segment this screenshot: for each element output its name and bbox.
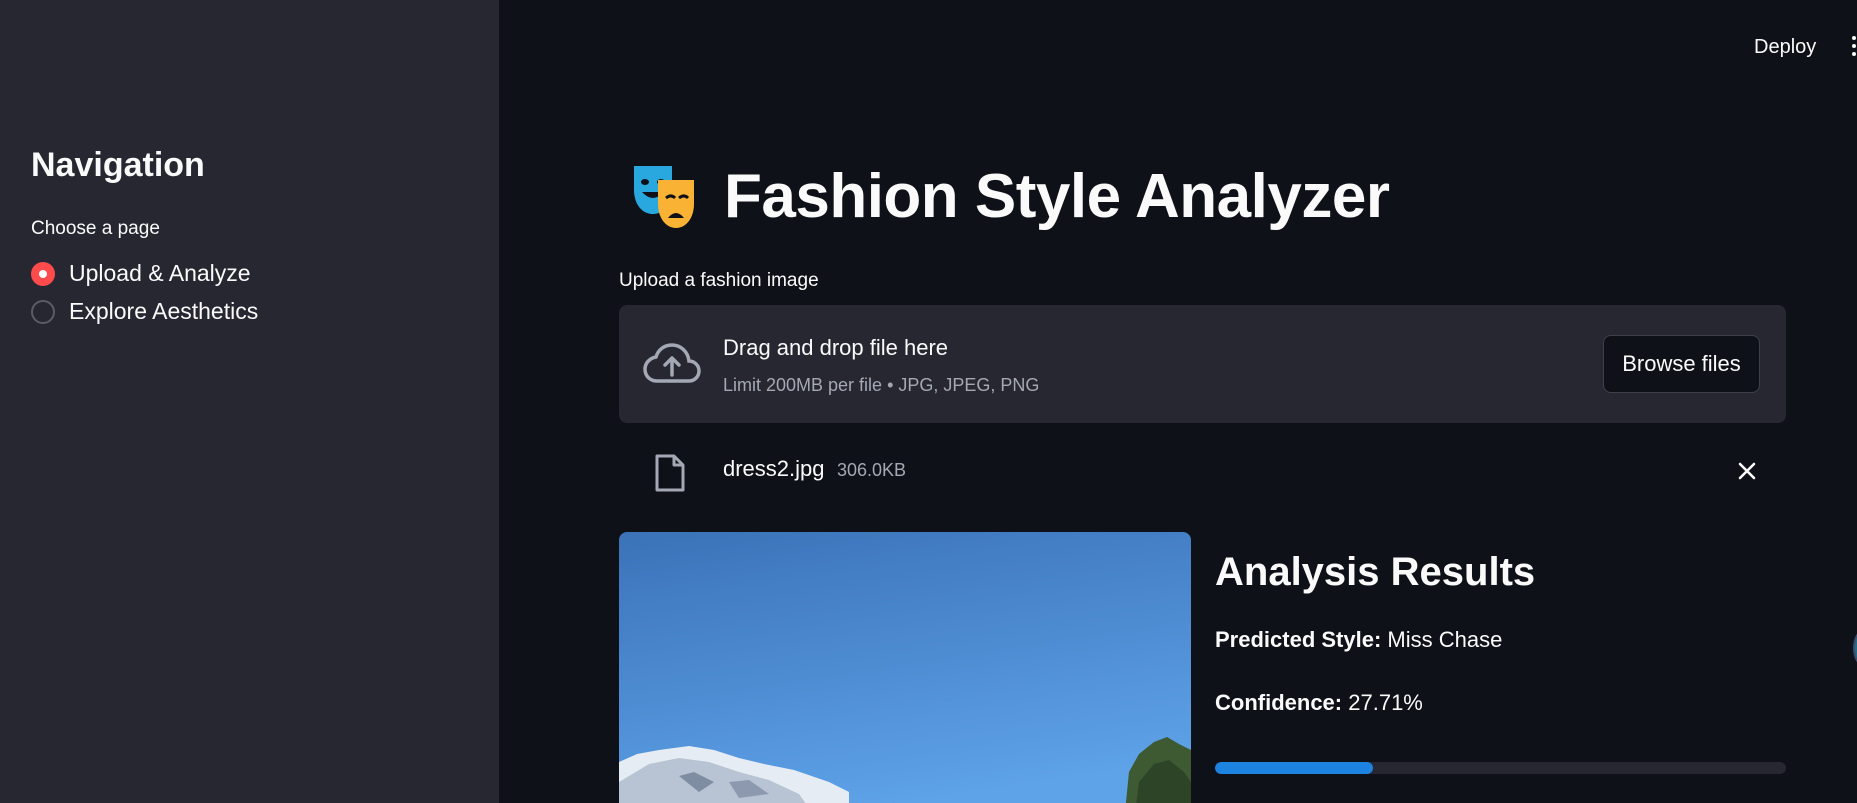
upload-label: Upload a fashion image xyxy=(619,270,819,291)
page-title: Fashion Style Analyzer xyxy=(724,161,1390,231)
cloud-upload-icon xyxy=(643,343,701,383)
analysis-results: Analysis Results Predicted Style: Miss C… xyxy=(1215,550,1786,774)
uploaded-image-preview xyxy=(619,532,1191,803)
file-size: 306.0KB xyxy=(837,460,907,480)
radio-upload-analyze[interactable]: Upload & Analyze xyxy=(31,260,251,287)
file-dropzone[interactable]: Drag and drop file here Limit 200MB per … xyxy=(619,305,1786,423)
performing-arts-masks-icon xyxy=(634,166,694,228)
deploy-button[interactable]: Deploy xyxy=(1754,36,1816,59)
radio-selected-icon[interactable] xyxy=(31,261,55,286)
radio-explore-aesthetics[interactable]: Explore Aesthetics xyxy=(31,298,258,325)
page-title-wrap: Fashion Style Analyzer xyxy=(628,160,1390,232)
dropzone-limit: Limit 200MB per file • JPG, JPEG, PNG xyxy=(723,375,1040,395)
confidence-line: Confidence: 27.71% xyxy=(1215,690,1423,716)
confidence-progress-fill xyxy=(1215,762,1374,774)
radio-label: Explore Aesthetics xyxy=(69,298,259,324)
confidence-progress-bar xyxy=(1215,762,1786,774)
confidence-value: 27.71% xyxy=(1348,690,1423,715)
dropzone-title: Drag and drop file here xyxy=(723,335,949,360)
close-icon[interactable] xyxy=(1736,460,1758,482)
choose-page-label: Choose a page xyxy=(31,218,160,239)
results-heading: Analysis Results xyxy=(1215,550,1536,594)
uploaded-file-row: dress2.jpg 306.0KB xyxy=(619,448,1786,498)
mountain-landscape-image xyxy=(619,532,1191,803)
predicted-style-label: Predicted Style: xyxy=(1215,627,1382,652)
file-icon xyxy=(655,454,685,492)
radio-label: Upload & Analyze xyxy=(69,260,251,286)
sidebar: Navigation Choose a page Upload & Analyz… xyxy=(0,0,499,803)
browse-files-button[interactable]: Browse files xyxy=(1603,335,1760,393)
predicted-style-value: Miss Chase xyxy=(1387,627,1503,652)
confidence-label: Confidence: xyxy=(1215,690,1343,715)
sidebar-title: Navigation xyxy=(31,146,205,184)
predicted-style-line: Predicted Style: Miss Chase xyxy=(1215,627,1502,653)
radio-unselected-icon[interactable] xyxy=(31,299,55,324)
file-name: dress2.jpg xyxy=(723,456,825,481)
scroll-to-top-icon[interactable] xyxy=(1853,630,1857,666)
kebab-menu-icon[interactable] xyxy=(1852,36,1857,60)
